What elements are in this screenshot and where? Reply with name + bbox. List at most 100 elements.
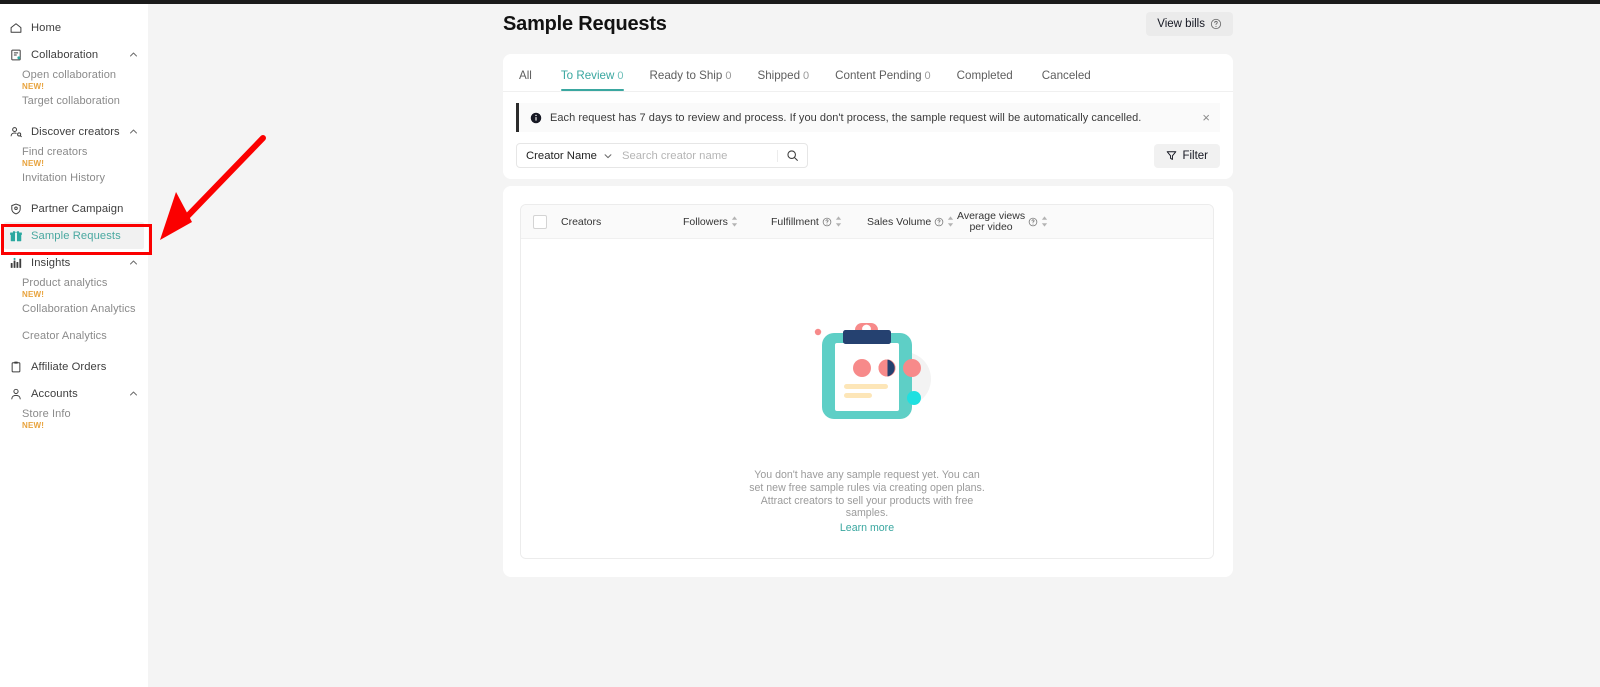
column-header-fulfillment[interactable]: Fulfillment [771, 215, 867, 228]
view-bills-button[interactable]: View bills [1146, 12, 1233, 36]
empty-state-line1: You don't have any sample request yet. [754, 469, 939, 481]
info-banner-text: Each request has 7 days to review and pr… [550, 112, 1141, 124]
tab-label: Canceled [1042, 69, 1091, 82]
new-badge: NEW! [22, 82, 138, 91]
main-content: Sample Requests View bills All [148, 4, 1600, 687]
shield-icon [9, 202, 23, 216]
tab-label: Ready to Ship [650, 69, 723, 82]
tab-canceled[interactable]: Canceled [1042, 69, 1094, 91]
chevron-up-icon[interactable] [129, 258, 138, 267]
tab-count: 0 [725, 70, 731, 82]
help-circle-icon[interactable] [822, 217, 832, 227]
gift-icon [9, 229, 23, 243]
sidebar-item-collaboration-analytics[interactable]: Collaboration Analytics [0, 299, 148, 320]
sidebar-subitem-label: Find creators [22, 145, 138, 160]
page-title: Sample Requests [503, 13, 667, 36]
sort-icon[interactable] [1041, 215, 1048, 228]
info-icon [530, 112, 542, 124]
filter-button[interactable]: Filter [1154, 144, 1220, 168]
view-bills-label: View bills [1157, 18, 1205, 30]
discover-creators-icon [9, 125, 23, 139]
empty-state-illustration [792, 317, 942, 435]
sidebar-item-find-creators[interactable]: Find creators NEW! [0, 145, 148, 168]
help-circle-icon[interactable] [1028, 217, 1038, 227]
learn-more-link[interactable]: Learn more [747, 522, 987, 535]
tab-ready-to-ship[interactable]: Ready to Ship 0 [650, 69, 732, 91]
sidebar-item-discover-creators[interactable]: Discover creators [0, 118, 148, 145]
sidebar-item-home[interactable]: Home [0, 14, 148, 41]
tab-label: Shipped [757, 69, 800, 82]
filter-icon [1166, 150, 1177, 161]
sidebar-subitem-label: Collaboration Analytics [22, 302, 138, 317]
sidebar-item-label: Collaboration [31, 49, 98, 61]
column-header-average-views[interactable]: Average viewsper video [957, 211, 1049, 233]
column-header-sales-volume[interactable]: Sales Volume [867, 215, 957, 228]
app-root: Home Collaboration Open collaboration NE… [0, 0, 1600, 687]
table-header-row: Creators Followers Fulfillment [521, 205, 1213, 239]
sidebar-item-product-analytics[interactable]: Product analytics NEW! [0, 276, 148, 299]
sidebar-item-invitation-history[interactable]: Invitation History [0, 168, 148, 189]
sidebar-item-partner-campaign[interactable]: Partner Campaign [0, 195, 148, 222]
chevron-up-icon[interactable] [129, 50, 138, 59]
chevron-up-icon[interactable] [129, 127, 138, 136]
close-icon[interactable]: × [1194, 111, 1210, 124]
sidebar-item-creator-analytics[interactable]: Creator Analytics [0, 326, 148, 347]
tab-shipped[interactable]: Shipped 0 [757, 69, 809, 91]
sidebar-item-collaboration[interactable]: Collaboration [0, 41, 148, 68]
collaboration-icon [9, 48, 23, 62]
sort-icon[interactable] [947, 215, 954, 228]
column-label-wrap: Average viewsper video [957, 211, 1025, 233]
info-banner: Each request has 7 days to review and pr… [516, 103, 1220, 132]
tab-label: Completed [957, 69, 1013, 82]
tab-label: All [519, 69, 532, 82]
column-header-creators: Creators [561, 216, 683, 228]
sidebar-item-store-info[interactable]: Store Info NEW! [0, 407, 148, 430]
sidebar: Home Collaboration Open collaboration NE… [0, 4, 148, 687]
new-badge: NEW! [22, 159, 138, 168]
search-input[interactable] [620, 149, 777, 163]
sidebar-item-target-collaboration[interactable]: Target collaboration [0, 91, 148, 112]
sidebar-item-label: Discover creators [31, 126, 120, 138]
search-row: Creator Name [516, 143, 1220, 168]
tab-label: To Review [561, 69, 614, 82]
search-icon[interactable] [786, 149, 799, 162]
clipboard-icon [9, 360, 23, 374]
sidebar-item-open-collaboration[interactable]: Open collaboration NEW! [0, 68, 148, 91]
divider [777, 150, 778, 162]
chevron-up-icon[interactable] [129, 389, 138, 398]
empty-state: You don't have any sample request yet. Y… [521, 317, 1213, 535]
account-icon [9, 387, 23, 401]
tab-count: 0 [803, 70, 809, 82]
home-icon [9, 21, 23, 35]
sidebar-item-affiliate-orders[interactable]: Affiliate Orders [0, 353, 148, 380]
sidebar-item-accounts[interactable]: Accounts [0, 380, 148, 407]
sidebar-item-label: Partner Campaign [31, 203, 123, 215]
tab-completed[interactable]: Completed [957, 69, 1016, 91]
tab-content-pending[interactable]: Content Pending 0 [835, 69, 931, 91]
sort-icon[interactable] [731, 215, 738, 228]
sidebar-item-insights[interactable]: Insights [0, 249, 148, 276]
insights-icon [9, 256, 23, 270]
sidebar-item-label: Sample Requests [31, 230, 121, 242]
sidebar-item-sample-requests[interactable]: Sample Requests [4, 222, 144, 249]
tab-to-review[interactable]: To Review 0 [561, 69, 624, 91]
column-label-second: per video [969, 221, 1012, 233]
column-label: Creators [561, 216, 601, 228]
chevron-down-icon[interactable] [603, 151, 613, 161]
new-badge: NEW! [22, 421, 138, 430]
select-all-checkbox[interactable] [533, 215, 547, 229]
requests-table: Creators Followers Fulfillment [520, 204, 1214, 559]
filter-label: Filter [1182, 150, 1208, 162]
results-card: Creators Followers Fulfillment [503, 186, 1233, 577]
column-header-followers[interactable]: Followers [683, 215, 771, 228]
search-field-select[interactable]: Creator Name [526, 150, 597, 162]
help-circle-icon[interactable] [934, 217, 944, 227]
tab-all[interactable]: All [519, 69, 535, 91]
sort-icon[interactable] [835, 215, 842, 228]
tab-count: 0 [925, 70, 931, 82]
column-label: Sales Volume [867, 216, 931, 228]
sidebar-subitem-label: Target collaboration [22, 94, 138, 109]
sidebar-item-label: Affiliate Orders [31, 361, 106, 373]
sidebar-subitem-label: Product analytics [22, 276, 138, 291]
help-circle-icon [1210, 18, 1222, 30]
